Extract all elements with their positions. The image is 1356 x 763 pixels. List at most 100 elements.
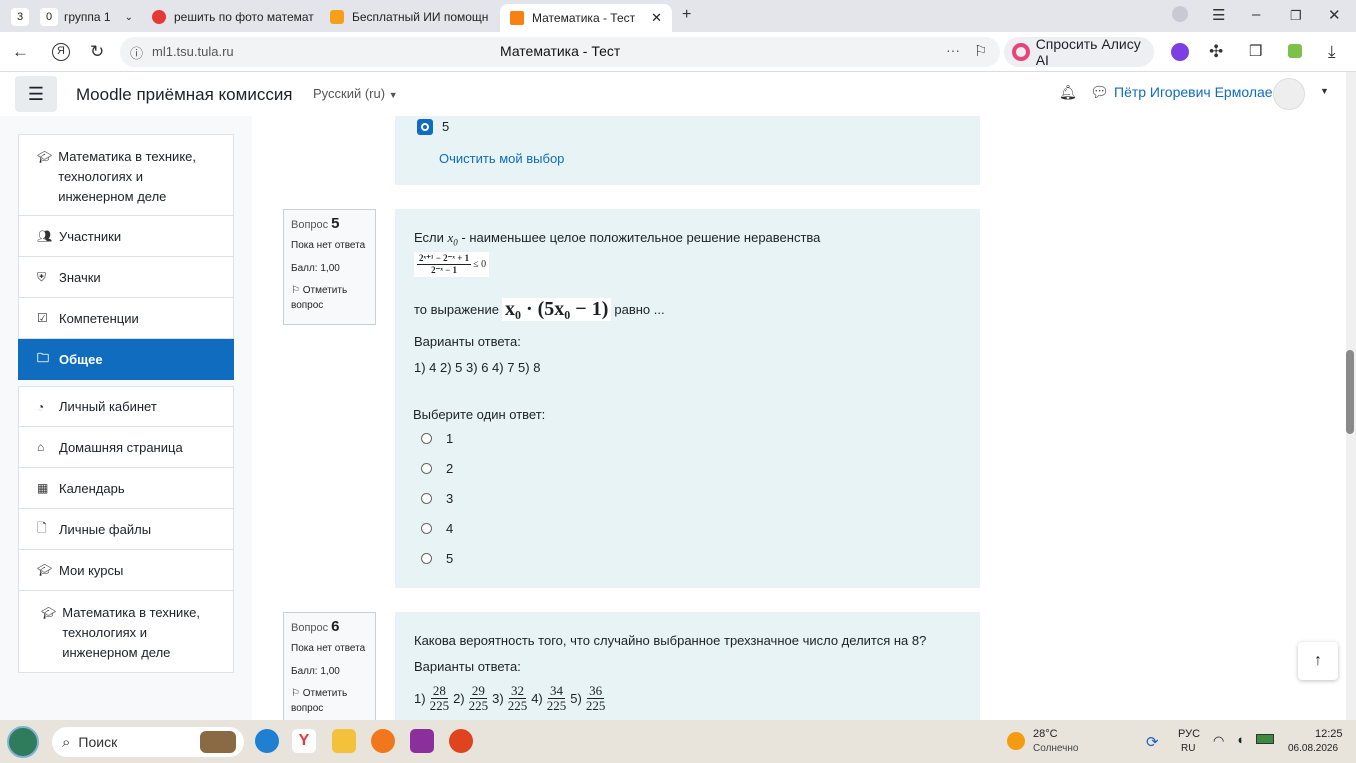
user-menu-name[interactable]: Пётр Игоревич Ермолаев [1114,84,1280,100]
ask-alice-button[interactable]: Спросить Алису AI [1004,36,1154,68]
firefox-icon[interactable] [371,729,395,753]
url-field[interactable]: ⓘ ml1.tsu.tula.ru Математика - Тест ··· … [120,37,1000,67]
answer-option-5[interactable]: 5 [421,551,453,566]
checkbox-icon: ☑ [37,311,48,325]
messages-icon[interactable]: 💬︎ [1090,83,1109,101]
tab-ai-helper[interactable]: Бесплатный ИИ помощн [330,4,492,30]
site-brand[interactable]: Moodle приёмная комиссия [76,85,293,105]
clock-time[interactable]: 12:25 [1315,728,1343,740]
browser-tab-bar: 3 0 группа 1 ⌄ решить по фото математ Бесп… [0,0,1356,32]
radio-button[interactable] [421,523,432,534]
inequality-formula: 2ˣ⁺¹ − 2⁻ˣ + 1 2⁻ˣ − 1 ≤ 0 [414,252,490,277]
windows-taskbar: ⌕ Поиск Y 28°C Солнечно ⟳ РУС RU ◠ ◖ 12:2… [0,720,1356,763]
drawer-toggle-button[interactable]: ☰ [15,76,57,112]
wifi-icon[interactable]: ◠ [1213,733,1224,749]
flag-question[interactable]: ⚐ Отметить вопрос [291,283,368,313]
question-status: Пока нет ответа [291,643,366,654]
question-4-tail: 5 Очистить мой выбор [395,116,980,185]
bookmark-icon[interactable]: ⚐ [974,42,987,60]
caret-down-icon: ▼ [388,90,398,100]
selected-radio[interactable] [417,119,433,135]
avatar[interactable] [1273,78,1305,110]
downloads-icon[interactable]: ⤓ [1328,42,1336,62]
drawer-item-dashboard[interactable]: ◔ Личный кабинет [18,386,234,427]
drawer-item-my-courses[interactable]: 🎓︎ Мои курсы [18,550,234,591]
drawer-item-competencies[interactable]: ☑ Компетенции [18,298,234,339]
drawer-item-badges[interactable]: ⛨ Значки [18,257,234,298]
bell-icon[interactable]: 🔔︎ [1059,84,1077,101]
more-icon[interactable]: ··· [946,42,960,58]
close-icon[interactable]: ✕ [651,10,662,26]
arrow-up-icon: ↑ [1314,652,1322,669]
drawer-item-calendar[interactable]: ▦ Календарь [18,468,234,509]
collections-icon[interactable]: ❒ [1249,42,1262,60]
drawer-item-participants[interactable]: 👥︎ Участники [18,216,234,257]
back-icon[interactable]: ← [12,42,29,62]
yandex-icon [152,10,166,24]
start-icon[interactable] [7,726,39,758]
search-icon: ⌕ [62,733,71,751]
file-explorer-icon[interactable] [332,729,356,753]
new-tab-icon[interactable]: + [682,6,691,24]
tab-photo-math[interactable]: решить по фото математ [152,4,316,30]
app-icon[interactable] [410,729,434,753]
vpn-icon[interactable] [1288,44,1302,58]
graduation-cap-icon: 🎓︎ [37,150,53,164]
answer-option-1[interactable]: 1 [421,431,453,446]
answer-option-4[interactable]: 4 [421,521,453,536]
graduation-cap-icon: 🎓︎ [41,606,57,620]
tab-group-count[interactable]: 3 [8,4,32,30]
question-5-content: Если x0 - наименьшее целое положительное… [395,209,980,588]
tab-math-test[interactable]: Математика - Тест ✕ [500,4,672,32]
answer-option-3[interactable]: 3 [421,491,453,506]
battery-icon[interactable] [1256,734,1274,744]
yandex-browser-icon[interactable]: Y [292,729,316,753]
menu-icon[interactable]: ☰ [1212,6,1225,24]
radio-button[interactable] [421,493,432,504]
clear-choice-link[interactable]: Очистить мой выбор [439,151,564,166]
fraction: 28 225 [429,683,450,713]
question-6-content: Какова вероятность того, что случайно вы… [395,612,980,720]
answer-option-2[interactable]: 2 [421,461,453,476]
weather-temp[interactable]: 28°C [1033,728,1058,740]
radio-button[interactable] [421,553,432,564]
drawer-item-general[interactable]: 🗀 Общее [18,339,234,380]
minimize-icon[interactable]: – [1252,6,1260,23]
radio-button[interactable] [421,463,432,474]
close-window-icon[interactable]: ✕ [1328,6,1341,24]
language-menu[interactable]: Русский (ru) ▼ [313,86,398,101]
drawer-item-course[interactable]: 🎓︎ Математика в технике, технологиях и ин… [18,134,234,216]
volume-icon[interactable]: ◖ [1236,732,1244,747]
tab-group-1[interactable]: 0 группа 1 ⌄ [40,4,140,30]
fraction: 34 225 [546,683,567,713]
expression-formula: x₀ · (5x₀ − 1) [501,298,612,321]
restore-icon[interactable]: ❐ [1290,8,1302,24]
back-to-top-button[interactable]: ↑ [1298,642,1338,680]
reload-icon[interactable]: ↻ [90,42,104,62]
radio-button[interactable] [421,433,432,444]
flag-icon: ⚐ [291,285,303,296]
fraction: 32 225 [507,683,528,713]
language-indicator[interactable]: РУС [1178,728,1200,740]
drawer-item-home[interactable]: ⌂ Домашняя страница [18,427,234,468]
user-menu-caret-icon[interactable]: ▼ [1320,86,1329,96]
variants-list: 1) 4 2) 5 3) 6 4) 7 5) 8 [414,360,541,375]
drawer-item-course-2[interactable]: 🎓︎ Математика в технике, технологиях и ин… [18,591,234,673]
wps-icon[interactable] [449,729,473,753]
weather-desc[interactable]: Солнечно [1033,743,1078,754]
taskbar-search[interactable]: ⌕ Поиск [52,727,244,757]
site-info-icon[interactable]: ⓘ [130,43,143,62]
assistant-icon[interactable] [1171,43,1189,61]
drawer-item-files[interactable]: 🗋 Личные файлы [18,509,234,550]
edge-icon[interactable] [255,729,279,753]
sun-icon [1007,732,1025,750]
scrollbar-thumb[interactable] [1346,350,1354,434]
question-6-info: Вопрос 6 Пока нет ответа Балл: 1,00 ⚐ Отм… [283,612,376,720]
extensions-icon[interactable]: ✣ [1209,42,1223,62]
network-sync-icon[interactable]: ⟳ [1146,733,1159,751]
yandex-home-icon[interactable]: Я [52,43,70,61]
clock-date[interactable]: 06.08.2026 [1288,743,1338,754]
flag-question[interactable]: ⚐ Отметить вопрос [291,686,368,716]
profile-icon[interactable] [1172,6,1188,22]
quiz-main: 5 Очистить мой выбор Вопрос 5 Пока нет от… [252,116,998,720]
